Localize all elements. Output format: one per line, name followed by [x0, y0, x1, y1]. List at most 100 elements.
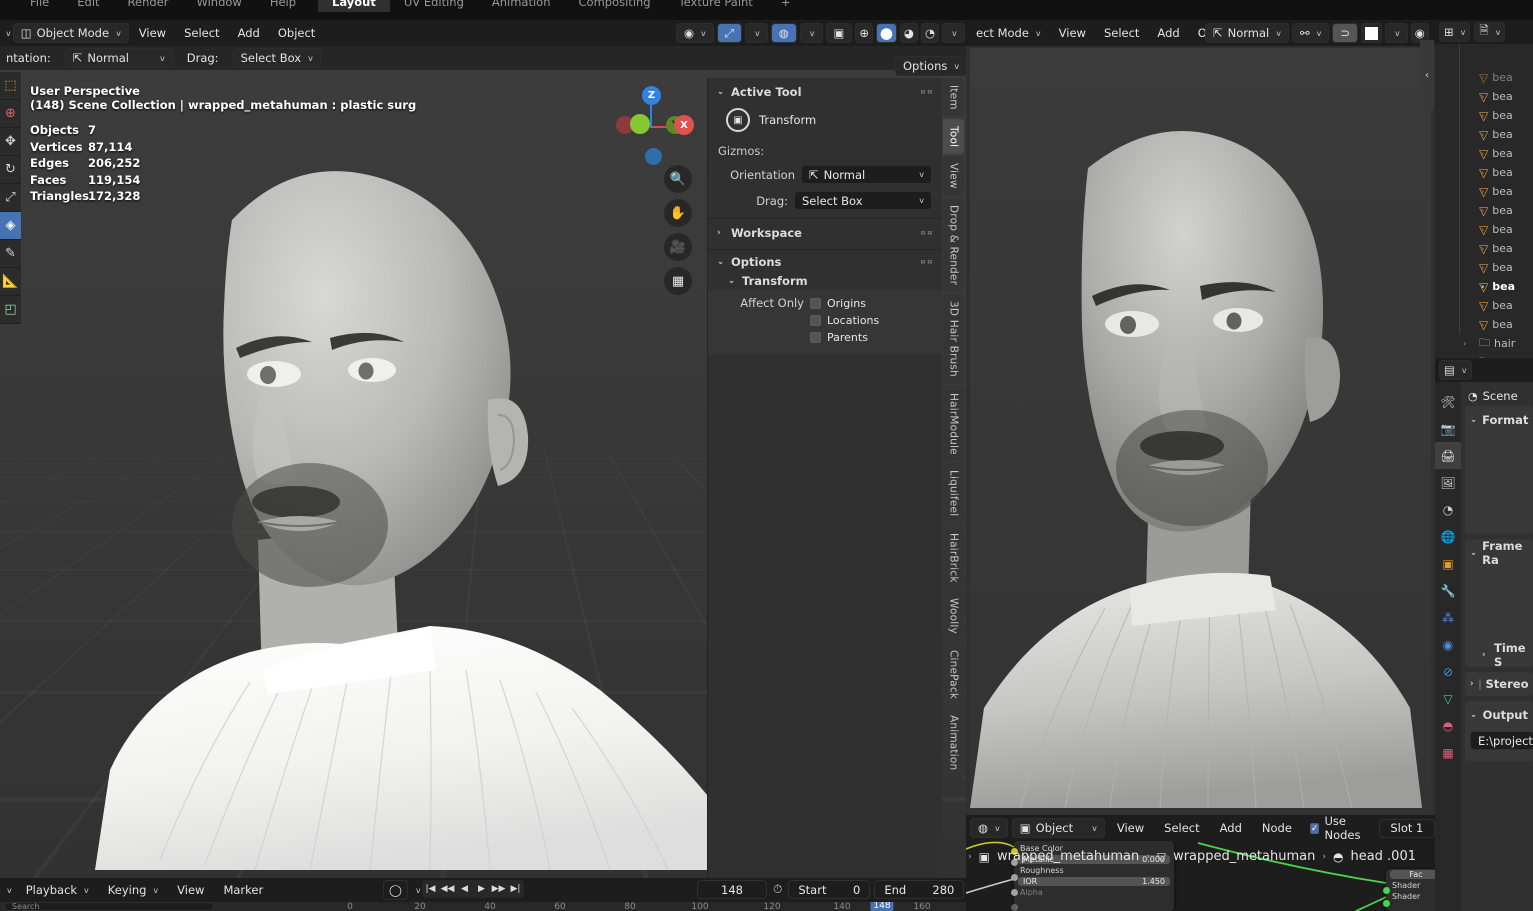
overlay-popover[interactable]: ▣ — [825, 23, 853, 43]
checkbox-locations[interactable] — [810, 315, 821, 326]
shader-menu-view[interactable]: View — [1109, 818, 1152, 838]
orientation-selector-right[interactable]: ⇱ Normal v — [1205, 23, 1289, 43]
outliner-row-beard-12[interactable]: › ▽ bea — [1435, 296, 1533, 315]
outliner-row-hair[interactable]: › 🗀 hair — [1435, 334, 1533, 353]
annotate-icon[interactable]: ✎ — [0, 240, 21, 268]
tab-layout[interactable]: Layout — [318, 0, 390, 12]
drag-dots-icon[interactable]: ⣿⣿ — [920, 231, 933, 235]
breadcrumb-object[interactable]: wrapped_metahuman — [997, 849, 1139, 864]
expand-icon[interactable]: › — [1463, 339, 1466, 348]
end-frame-field[interactable]: End 280 — [874, 880, 965, 899]
outliner-row-beard-4[interactable]: › ▽ bea — [1435, 144, 1533, 163]
expand-icon[interactable]: › — [1481, 111, 1484, 120]
panel-active-tool-header[interactable]: ⌄ Active Tool ⣿⣿ — [708, 82, 942, 102]
menu-add[interactable]: Add — [230, 23, 268, 43]
sidebar-tab-animation[interactable]: Animation — [943, 708, 964, 778]
tab-render[interactable]: Render — [114, 0, 183, 12]
gizmo-axis-neg-z[interactable] — [645, 148, 662, 165]
viewport-right-canvas[interactable] — [970, 48, 1431, 813]
tab-window[interactable]: Window — [182, 0, 255, 12]
sidebar-tab-woolly[interactable]: Woolly — [943, 591, 964, 642]
shader-menu-node[interactable]: Node — [1254, 818, 1300, 838]
expand-icon[interactable]: › — [1481, 92, 1484, 101]
checkbox-parents[interactable] — [810, 332, 821, 343]
expand-icon[interactable]: › — [1481, 149, 1484, 158]
expand-icon[interactable]: › — [1481, 206, 1484, 215]
menu-view[interactable]: View — [131, 23, 174, 43]
grid-ortho-icon[interactable]: ▦ — [664, 267, 692, 295]
properties-tab-object[interactable]: ▣ — [1435, 550, 1461, 577]
properties-tab-constraints[interactable]: ⊘ — [1435, 658, 1461, 685]
expand-icon[interactable]: › — [1481, 168, 1484, 177]
tab-compositing[interactable]: Compositing — [565, 0, 665, 12]
menu-object[interactable]: Object — [270, 23, 323, 43]
shader-menu-select[interactable]: Select — [1156, 818, 1207, 838]
sidebar-collapse-button[interactable]: ‹ — [1420, 40, 1434, 110]
expand-icon[interactable]: › — [1481, 244, 1484, 253]
outliner-display-mode[interactable]: ⊞ v — [1439, 22, 1471, 42]
breadcrumb-material[interactable]: head .001 — [1350, 849, 1416, 864]
panel-workspace-header[interactable]: › Workspace ⣿⣿ — [708, 223, 942, 243]
properties-tab-render[interactable]: 📷 — [1435, 415, 1461, 442]
tab-edit[interactable]: Edit — [63, 0, 113, 12]
current-frame-field[interactable]: 148 — [697, 880, 767, 899]
socket-dot-roughness[interactable] — [1011, 874, 1018, 881]
tweak-select-box-icon[interactable]: ⬚ — [0, 72, 21, 100]
proportional-edit-toggle[interactable]: ◍ — [770, 23, 797, 43]
sidebar-tab-hairmodule[interactable]: HairModule — [943, 385, 964, 462]
menu-view-right[interactable]: View — [1051, 23, 1094, 43]
properties-tab-material[interactable]: ◓ — [1435, 712, 1461, 739]
shader-type-selector[interactable]: ▣ Object v — [1011, 818, 1105, 838]
sidebar-tab-drop-and-render[interactable]: Drop & Render — [943, 197, 964, 292]
socket-fac[interactable]: Fac — [1390, 870, 1435, 879]
properties-panel-format-header[interactable]: ⌄ Format — [1470, 410, 1528, 430]
jump-start-icon[interactable]: |◀ — [422, 880, 439, 898]
properties-panel-frame-range-header[interactable]: ⌄ Frame Ra — [1470, 539, 1528, 567]
checkbox-origins[interactable] — [810, 297, 821, 309]
properties-tab-physics[interactable]: ◉ — [1435, 631, 1461, 658]
properties-panel-format[interactable]: ⌄ Format — [1465, 406, 1533, 534]
breadcrumb-mesh[interactable]: wrapped_metahuman — [1173, 849, 1315, 864]
breadcrumb-expand-icon[interactable]: › — [968, 852, 972, 862]
outliner-row-beard-8[interactable]: › ▽ bea — [1435, 220, 1533, 239]
shader-menu-add[interactable]: Add — [1212, 818, 1250, 838]
rotate-icon[interactable]: ↻ — [0, 156, 21, 184]
properties-panel-frame-range[interactable]: ⌄ Frame Ra › Time S — [1465, 539, 1533, 669]
sidebar-tab-view[interactable]: View — [943, 155, 964, 196]
snap-options[interactable]: v — [744, 23, 768, 43]
timeline-menu-marker[interactable]: Marker — [215, 880, 271, 900]
record-circle-icon[interactable]: ◯ — [383, 880, 408, 900]
expand-icon[interactable]: › — [1481, 73, 1484, 82]
properties-tab-view-layer[interactable]: 🖼 — [1435, 469, 1461, 496]
editor-type-selector[interactable]: ◍ v — [970, 818, 1008, 838]
add-cube-icon[interactable]: ◰ — [0, 296, 21, 324]
properties-tab-world[interactable]: 🌐 — [1435, 523, 1461, 550]
outliner-row-beard-9[interactable]: › ▽ bea — [1435, 239, 1533, 258]
sidebar-tab-cinepack[interactable]: CinePack — [943, 643, 964, 707]
tab-uv-editing[interactable]: UV Editing — [390, 0, 478, 12]
drag-dropdown[interactable]: Select Box v — [794, 191, 932, 210]
gizmo-axis-z[interactable]: Z — [642, 86, 661, 105]
sidebar-tab-tool[interactable]: Tool — [943, 118, 964, 154]
properties-panel-output-header[interactable]: ⌄ Output — [1470, 705, 1528, 725]
shader-node-canvas[interactable]: Base Color Metallic 0.000 Roughness IOR … — [966, 841, 1435, 911]
outliner-row-beard-5[interactable]: › ▽ bea — [1435, 163, 1533, 182]
outliner-row-beard-13[interactable]: › ▽ bea — [1435, 315, 1533, 334]
material-slot-selector[interactable]: Slot 1 — [1378, 818, 1435, 838]
editor-type-chevron-icon[interactable]: v — [6, 29, 11, 38]
tab-animation[interactable]: Animation — [478, 0, 565, 12]
properties-tab-texture[interactable]: ▦ — [1435, 739, 1461, 766]
outliner-filter[interactable]: 🗎 v — [1474, 22, 1506, 42]
expand-icon[interactable]: › — [1481, 320, 1484, 329]
socket-alpha[interactable]: Alpha — [1011, 887, 1174, 911]
snap-target-dropdown-right[interactable]: v — [1385, 23, 1408, 43]
socket-dot-shader-1[interactable] — [1383, 887, 1390, 894]
navigation-gizmo[interactable]: Z Y X — [612, 82, 694, 172]
use-nodes-toggle[interactable]: Use Nodes — [1309, 815, 1363, 842]
properties-panel-time-stretching-header[interactable]: › Time S — [1470, 641, 1528, 669]
tool-drag-selector[interactable]: Select Box v — [232, 48, 321, 68]
shading-solid[interactable]: ⬤ — [876, 23, 897, 43]
drag-dots-icon[interactable]: ⣿⣿ — [920, 90, 933, 94]
gizmo-axis-x[interactable]: X — [674, 115, 694, 135]
sidebar-tab-hairbrick[interactable]: HairBrick — [943, 525, 964, 590]
